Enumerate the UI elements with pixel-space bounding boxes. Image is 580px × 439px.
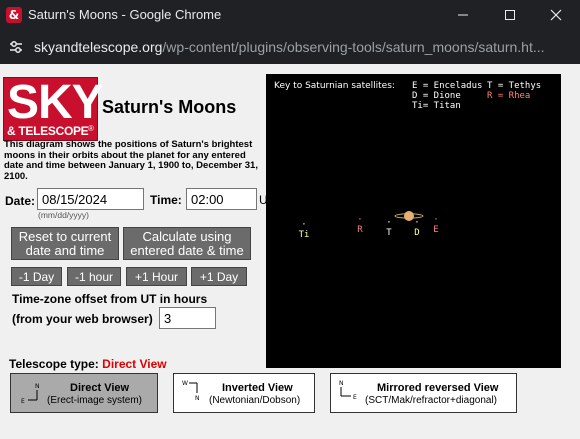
date-format-hint: (mm/dd/yyyy) <box>38 210 89 220</box>
moon-dione-label: D <box>414 228 420 238</box>
sky-telescope-logo[interactable]: SKY & TELESCOPE ® <box>3 76 104 141</box>
mirrored-orient-e: E <box>353 394 357 401</box>
moon-tethys-label: T <box>386 228 392 238</box>
date-input[interactable] <box>37 188 144 210</box>
calculate-button[interactable]: Calculate using entered date & time <box>123 227 251 260</box>
moon-enceladus-label: E <box>433 225 439 235</box>
moon-enceladus: · E <box>433 215 439 235</box>
moon-titan: · Ti <box>298 220 310 240</box>
close-icon <box>550 9 562 21</box>
satellite-key-label: Key to Saturnian satellites: <box>274 81 395 91</box>
maximize-icon <box>505 10 515 20</box>
direct-orientation-icon: N E <box>21 383 40 404</box>
maximize-button[interactable] <box>487 0 533 30</box>
satellite-diagram: Key to Saturnian satellites: E = Encelad… <box>266 74 561 368</box>
logo-sky-text: SKY <box>7 76 104 129</box>
key-enceladus: E = Enceladus <box>412 81 483 91</box>
url-path: /wp-content/plugins/observing-tools/satu… <box>162 39 545 55</box>
reset-line1: Reset to current <box>18 228 112 244</box>
mirrored-view-title: Mirrored reversed View <box>377 382 499 394</box>
direct-view-title: Direct View <box>70 382 130 394</box>
time-label: Time: <box>150 193 182 207</box>
timezone-offset-input[interactable] <box>159 307 216 329</box>
mirrored-orientation-icon: N E <box>339 380 357 401</box>
key-rhea: R = Rhea <box>487 91 531 101</box>
browser-title-bar: & Saturn's Moons - Google Chrome <box>0 0 580 30</box>
date-label: Date: <box>5 194 36 208</box>
minimize-icon <box>458 14 468 16</box>
key-titan: Ti= Titan <box>412 101 461 111</box>
page-title: Saturn's Moons <box>102 97 237 117</box>
mirrored-view-button[interactable]: N E Mirrored reversed View (SCT/Mak/refr… <box>330 373 517 413</box>
direct-view-subtitle: (Erect-image system) <box>47 395 143 406</box>
site-info-button[interactable] <box>8 39 24 55</box>
minus-day-button[interactable]: -1 Day <box>11 267 62 286</box>
key-tethys: T = Tethys <box>487 81 542 91</box>
direct-view-button[interactable]: N E Direct View (Erect-image system) <box>10 373 158 413</box>
calc-line1: Calculate using <box>142 228 232 244</box>
calc-line2: entered date & time <box>130 242 244 258</box>
telescope-type-label: Telescope type: <box>9 357 99 371</box>
reset-current-button[interactable]: Reset to current date and time <box>11 227 119 260</box>
intro-text: This diagram shows the positions of Satu… <box>4 139 258 182</box>
timezone-label: Time-zone offset from UT in hours <box>12 292 208 306</box>
minimize-button[interactable] <box>440 0 486 30</box>
moon-dione: · D <box>414 218 420 238</box>
moon-titan-label: Ti <box>298 230 310 240</box>
inverted-orient-n: N <box>195 395 200 401</box>
telescope-type-value: Direct View <box>102 357 167 371</box>
telescope-type: Telescope type: Direct View <box>9 357 167 371</box>
moon-rhea: · R <box>357 215 363 235</box>
key-dione: D = Dione <box>412 91 461 101</box>
logo-telescope-text: & TELESCOPE <box>7 124 89 138</box>
plus-day-button[interactable]: +1 Day <box>191 267 247 286</box>
url-text[interactable]: skyandtelescope.org/wp-content/plugins/o… <box>34 39 574 55</box>
url-host: skyandtelescope.org <box>34 39 163 55</box>
inverted-view-button[interactable]: W N Inverted View (Newtonian/Dobson) <box>173 373 315 413</box>
close-button[interactable] <box>533 0 579 30</box>
logo-registered-mark: ® <box>88 124 94 133</box>
mirrored-view-subtitle: (SCT/Mak/refractor+diagonal) <box>365 395 497 406</box>
direct-orient-e: E <box>21 398 25 404</box>
plus-hour-button[interactable]: +1 Hour <box>126 267 187 286</box>
tune-icon <box>10 41 22 53</box>
timezone-sublabel: (from your web browser) <box>12 312 153 326</box>
moon-tethys: · T <box>386 218 392 238</box>
inverted-view-title: Inverted View <box>222 382 293 394</box>
page-content: SKY & TELESCOPE ® Saturn's Moons This di… <box>0 64 580 439</box>
address-bar: skyandtelescope.org/wp-content/plugins/o… <box>0 30 580 64</box>
time-input[interactable] <box>186 188 257 210</box>
reset-line2: date and time <box>25 242 105 258</box>
direct-orient-n: N <box>35 383 40 390</box>
inverted-view-subtitle: (Newtonian/Dobson) <box>209 395 301 406</box>
moon-rhea-label: R <box>357 225 363 235</box>
inverted-orient-w: W <box>182 380 188 387</box>
inverted-orientation-icon: W N <box>182 380 200 401</box>
mirrored-orient-n: N <box>339 380 344 387</box>
window-title: Saturn's Moons - Google Chrome <box>28 7 222 22</box>
minus-hour-button[interactable]: -1 hour <box>67 267 121 286</box>
app-icon: & <box>6 7 22 23</box>
